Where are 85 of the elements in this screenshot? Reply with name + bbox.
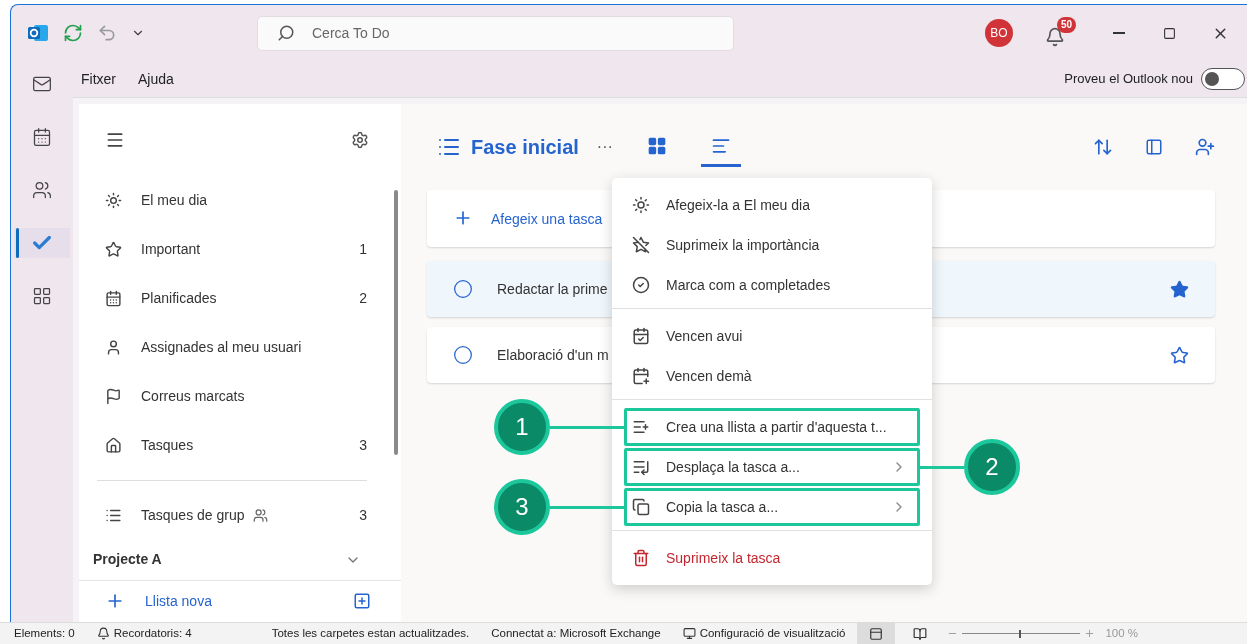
menu-item[interactable]: Vencen avui <box>624 317 920 355</box>
menu-bar-item[interactable]: Fitxer <box>81 68 116 90</box>
zoom-thumb[interactable] <box>1019 629 1022 638</box>
check-circle-icon <box>632 276 650 294</box>
layout-icon <box>869 626 884 641</box>
menu-icon <box>105 130 125 150</box>
menu-item[interactable]: Suprimeix la importància <box>624 226 920 264</box>
book-icon <box>913 626 928 641</box>
settings-button[interactable] <box>351 131 369 149</box>
normal-view-button[interactable] <box>857 622 896 644</box>
share-button[interactable] <box>1195 137 1215 157</box>
sidebar-item[interactable]: Planificades 2 <box>105 274 367 323</box>
toggle-switch[interactable] <box>1201 68 1245 90</box>
calendar-icon <box>105 290 122 307</box>
menu-item[interactable]: Desplaça la tasca a... <box>624 448 920 486</box>
search-field[interactable]: Cerca To Do <box>257 15 734 51</box>
list-icon <box>105 507 122 524</box>
bell-icon <box>96 627 110 640</box>
status-text: Totes les carpetes estan actualitzades. <box>271 625 470 641</box>
house-icon <box>105 437 122 454</box>
person-icon <box>105 339 122 356</box>
menu-item[interactable]: Suprimeix la tasca <box>624 539 920 577</box>
star-off-icon <box>632 236 650 254</box>
sun-icon <box>105 192 122 209</box>
star-icon <box>105 241 122 258</box>
more-button[interactable]: ··· <box>596 135 613 159</box>
sun-icon <box>632 196 650 214</box>
new-list-button[interactable]: Llista nova <box>105 591 353 612</box>
sidebar-item[interactable]: Correus marcats <box>105 372 367 421</box>
square-plus-icon <box>353 592 371 611</box>
leader-line <box>920 465 964 469</box>
trash-icon <box>632 549 650 567</box>
monitor-icon <box>682 627 696 640</box>
maximize-icon <box>1163 26 1176 40</box>
status-text: Elements: 0 <box>14 625 75 641</box>
calendar-check-icon <box>632 327 650 345</box>
sidebar-item[interactable]: Tasques de grup 3 <box>105 491 367 540</box>
menu-item[interactable]: Marca com a completades <box>624 266 920 304</box>
sidebar-item[interactable]: Tasques 3 <box>105 421 367 470</box>
grid-icon <box>646 135 667 156</box>
rail-checkmark-icon[interactable] <box>14 228 70 258</box>
settings-icon <box>351 131 369 149</box>
sync-icon <box>63 23 83 43</box>
sort-icon <box>1093 137 1113 157</box>
task-title: Elaboració d'un m <box>497 345 609 365</box>
search-icon <box>277 23 295 42</box>
minimize-icon <box>1113 32 1125 34</box>
task-title: Redactar la prime <box>497 279 608 299</box>
menu-button[interactable] <box>105 130 125 150</box>
app-logo-icon <box>27 23 49 43</box>
menu-item[interactable]: Afegeix-la a El meu dia <box>624 186 920 224</box>
menu-item[interactable]: Crea una llista a partir d'aquesta t... <box>624 408 920 446</box>
list-title: Fase inicial <box>471 135 579 160</box>
undo-icon <box>97 23 117 43</box>
complete-checkbox[interactable] <box>453 345 473 365</box>
copy-icon <box>632 498 650 516</box>
complete-checkbox[interactable] <box>453 279 473 299</box>
list-arrow-icon <box>632 458 650 476</box>
sidebar-item[interactable]: Assignades al meu usuari <box>105 323 367 372</box>
importance-star-icon[interactable] <box>1170 279 1189 299</box>
status-text: Recordatoris: 4 <box>113 625 192 641</box>
sort-button[interactable] <box>1093 137 1113 157</box>
menu-bar-item[interactable]: Ajuda <box>138 68 174 90</box>
menu-item[interactable]: Copia la tasca a... <box>624 488 920 526</box>
importance-star-icon[interactable] <box>1170 345 1189 365</box>
avatar[interactable]: BO <box>985 19 1013 47</box>
flag-icon <box>105 388 122 405</box>
zoom-reading: 100 % <box>1105 625 1138 641</box>
bell-icon <box>1045 27 1065 47</box>
toggle-label: Proveu el Outlook nou <box>1064 70 1193 89</box>
menu-item[interactable]: Vencen demà <box>624 357 920 395</box>
section-header[interactable]: Projecte A <box>93 540 367 580</box>
sidebar-item[interactable]: Important 1 <box>105 225 367 274</box>
list-plus-icon <box>632 418 650 436</box>
notification-badge: 50 <box>1057 17 1077 33</box>
zoom-slider[interactable] <box>962 627 1081 640</box>
person-plus-icon <box>1195 137 1215 157</box>
display-settings-button[interactable]: Configuració de visualització <box>682 624 846 643</box>
sidebar-item[interactable]: El meu dia <box>105 176 367 225</box>
panel-icon <box>1145 138 1163 156</box>
panel-button[interactable] <box>1145 138 1163 156</box>
new-group-button[interactable] <box>353 592 371 611</box>
calendar-plus-icon <box>632 367 650 385</box>
group-icon <box>252 508 268 523</box>
status-text: Connectat a: Microsoft Exchange <box>491 625 661 641</box>
